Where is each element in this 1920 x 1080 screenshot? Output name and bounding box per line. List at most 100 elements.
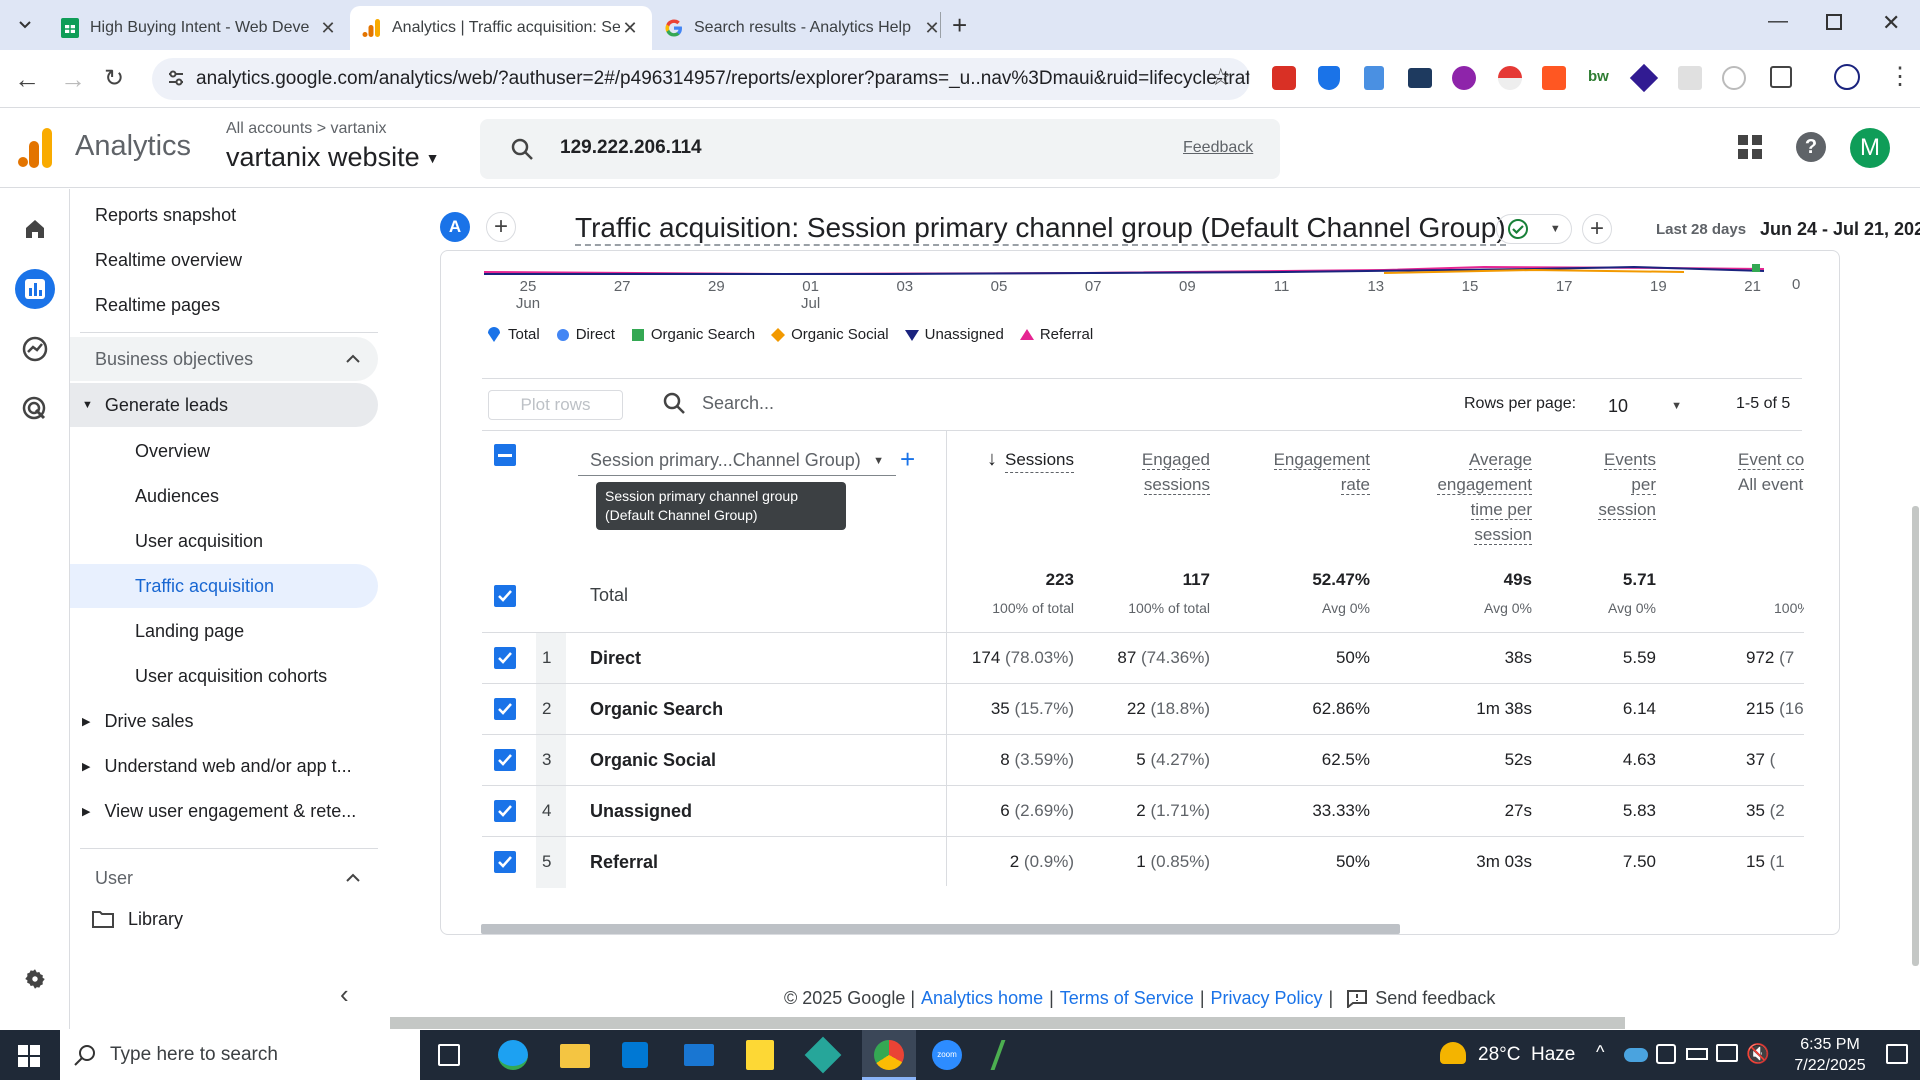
windows-start-icon[interactable] — [18, 1045, 40, 1067]
edge-icon[interactable] — [498, 1040, 528, 1070]
store-icon[interactable] — [622, 1042, 648, 1068]
notifications-icon[interactable] — [1886, 1044, 1908, 1064]
tab-sheets[interactable]: High Buying Intent - Web Deve ✕ — [48, 6, 350, 50]
close-tab-icon[interactable]: ✕ — [620, 18, 640, 39]
add-dimension-icon[interactable]: + — [900, 444, 915, 475]
page-vertical-scrollbar[interactable] — [1912, 506, 1919, 966]
back-icon[interactable]: ← — [14, 64, 40, 95]
apps-grid-icon[interactable] — [1738, 135, 1762, 159]
explore-icon[interactable] — [15, 329, 55, 369]
row-checkbox[interactable] — [494, 698, 516, 720]
advertising-icon[interactable] — [15, 389, 55, 429]
close-tab-icon[interactable]: ✕ — [318, 18, 338, 39]
table-row[interactable]: 5 Referral 2 (0.9%) 1 (0.85%) 50% 3m 03s 7.50 1… — [482, 836, 1804, 888]
zoom-icon[interactable]: zoom — [932, 1040, 962, 1070]
percent-extension-icon[interactable] — [1542, 66, 1566, 90]
row-checkbox[interactable] — [494, 800, 516, 822]
table-row[interactable]: 2 Organic Search 35 (15.7%) 22 (18.8%) 62.86… — [482, 683, 1804, 735]
grey-extension-icon[interactable] — [1678, 66, 1702, 90]
row-checkbox[interactable] — [494, 851, 516, 873]
nav-overview[interactable]: Overview — [70, 429, 378, 473]
send-feedback-button[interactable]: Send feedback — [1347, 988, 1495, 1009]
nav-section-user[interactable]: User — [70, 856, 378, 900]
close-tab-icon[interactable]: ✕ — [922, 18, 942, 39]
select-all-checkbox[interactable] — [494, 444, 516, 466]
mail-icon[interactable] — [684, 1044, 714, 1066]
add-chart-icon[interactable]: + — [1582, 214, 1612, 244]
forward-icon[interactable]: → — [60, 64, 86, 95]
avatar[interactable]: M — [1850, 128, 1890, 168]
legend-item[interactable]: Total — [486, 326, 540, 343]
table-horizontal-scrollbar[interactable] — [481, 924, 1400, 934]
terms-link[interactable]: Terms of Service — [1060, 988, 1194, 1009]
taskbar-search[interactable]: Type here to search — [60, 1030, 420, 1080]
table-search-input[interactable]: Search... — [702, 393, 774, 414]
table-row[interactable]: 3 Organic Social 8 (3.59%) 5 (4.27%) 62.5% 52… — [482, 734, 1804, 786]
file-explorer-icon[interactable] — [560, 1044, 590, 1068]
pdf-extension-icon[interactable] — [1272, 66, 1296, 90]
window-close-icon[interactable]: ✕ — [1882, 10, 1900, 36]
table-row[interactable]: 4 Unassigned 6 (2.69%) 2 (1.71%) 33.33% 27s 5.… — [482, 785, 1804, 837]
new-tab-icon[interactable]: + — [952, 10, 967, 41]
collapse-nav-icon[interactable]: ‹ — [340, 979, 349, 1010]
nav-reports-snapshot[interactable]: Reports snapshot — [70, 193, 378, 237]
profile-icon[interactable] — [1834, 64, 1860, 90]
help-icon[interactable]: ? — [1796, 132, 1826, 162]
analytics-home-link[interactable]: Analytics home — [921, 988, 1043, 1009]
pokeball-extension-icon[interactable] — [1498, 66, 1522, 90]
taskbar-search-input[interactable]: Type here to search — [110, 1044, 278, 1066]
page-horizontal-scrollbar[interactable] — [390, 1017, 1625, 1029]
bookmark-star-icon[interactable]: ☆ — [1210, 63, 1232, 92]
row-checkbox[interactable] — [494, 647, 516, 669]
table-row[interactable]: 1 Direct 174 (78.03%) 87 (74.36%) 50% 38s 5.59… — [482, 632, 1804, 684]
add-comparison-icon[interactable]: + — [486, 212, 516, 242]
nav-section-business-objectives[interactable]: Business objectives — [70, 337, 378, 381]
compass-extension-icon[interactable] — [1722, 66, 1746, 90]
nav-library[interactable]: Library — [70, 897, 378, 941]
legend-item[interactable]: Referral — [1019, 326, 1093, 343]
chrome-taskbar-button[interactable] — [862, 1030, 916, 1080]
column-header-event-count[interactable]: Event co All events — [1700, 447, 1804, 497]
pen-app-icon[interactable] — [990, 1040, 1026, 1070]
tab-analytics[interactable]: Analytics | Traffic acquisition: Se ✕ — [350, 6, 652, 50]
feedback-link[interactable]: Feedback — [1183, 139, 1253, 157]
analytics-logo-icon[interactable] — [18, 128, 54, 168]
legend-item[interactable]: Organic Social — [771, 326, 889, 343]
nav-drive-sales[interactable]: ▶ Drive sales — [70, 699, 378, 743]
security-icon[interactable] — [1656, 1044, 1676, 1064]
onedrive-icon[interactable] — [1624, 1048, 1648, 1062]
report-title[interactable]: Traffic acquisition: Session primary cha… — [575, 212, 1506, 246]
rows-per-page-select[interactable]: 10 ▼ — [1608, 393, 1682, 419]
settings-gear-icon[interactable] — [15, 959, 55, 999]
nav-view-engagement[interactable]: ▶ View user engagement & rete... — [70, 789, 378, 833]
nav-user-acquisition-cohorts[interactable]: User acquisition cohorts — [70, 654, 378, 698]
shield-extension-icon[interactable] — [1318, 66, 1340, 90]
property-selector[interactable]: vartanix website ▼ — [226, 142, 439, 173]
legend-item[interactable]: Unassigned — [904, 326, 1004, 343]
task-view-icon[interactable] — [438, 1044, 460, 1066]
privacy-link[interactable]: Privacy Policy — [1211, 988, 1323, 1009]
chevron-up-icon[interactable]: ^ — [1596, 1042, 1604, 1063]
plot-rows-button[interactable]: Plot rows — [488, 390, 623, 420]
reload-icon[interactable]: ↻ — [104, 64, 124, 93]
breadcrumb[interactable]: All accounts > vartanix — [226, 120, 387, 138]
doc-extension-icon[interactable] — [1364, 66, 1384, 90]
tab-help[interactable]: Search results - Analytics Help ✕ — [652, 6, 954, 50]
nav-understand-traffic[interactable]: ▶ Understand web and/or app t... — [70, 744, 378, 788]
sticky-notes-icon[interactable] — [746, 1040, 774, 1070]
color-extension-icon[interactable] — [1452, 66, 1476, 90]
column-header-sessions[interactable]: ↓ Sessions — [966, 447, 1074, 473]
site-info-icon[interactable] — [166, 68, 186, 88]
nav-audiences[interactable]: Audiences — [70, 474, 378, 518]
home-icon[interactable] — [15, 209, 55, 249]
nav-traffic-acquisition[interactable]: Traffic acquisition — [70, 564, 378, 608]
column-header-engagement-rate[interactable]: Engagement rate — [1260, 447, 1370, 497]
clock[interactable]: 6:35 PM 7/22/2025 — [1790, 1034, 1870, 1076]
nav-realtime-pages[interactable]: Realtime pages — [70, 283, 378, 327]
bw-extension-icon[interactable]: bw — [1588, 68, 1609, 85]
legend-item[interactable]: Direct — [556, 326, 615, 343]
total-checkbox[interactable] — [494, 585, 516, 607]
report-status-chip[interactable]: ▼ — [1496, 214, 1572, 244]
battery-icon[interactable] — [1686, 1048, 1708, 1060]
address-bar[interactable]: analytics.google.com/analytics/web/?auth… — [152, 58, 1250, 100]
